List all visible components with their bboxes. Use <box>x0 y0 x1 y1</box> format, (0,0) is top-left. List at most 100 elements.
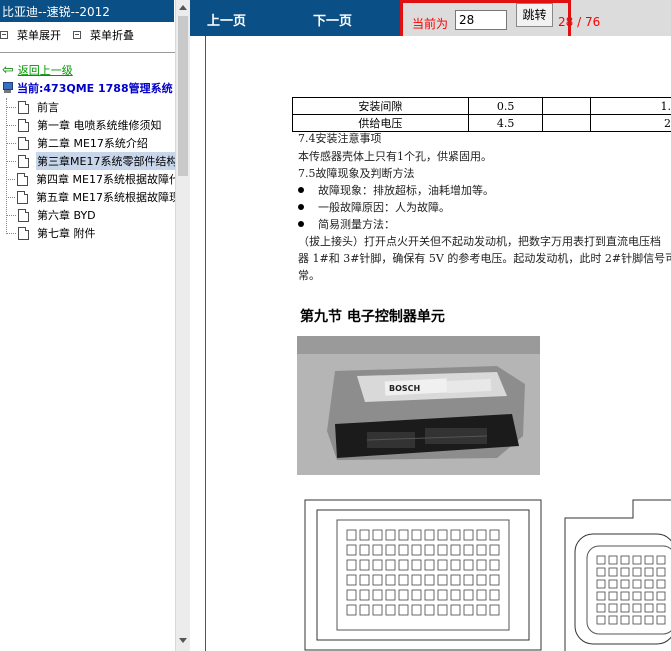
tree-connector <box>6 178 16 180</box>
connector-pin <box>463 589 474 601</box>
connector-pin <box>346 529 357 541</box>
connector-pin <box>489 589 500 601</box>
prev-page-button[interactable]: 上一页 <box>207 10 246 29</box>
connector-pin <box>411 574 422 586</box>
tree-item[interactable]: 第一章 电喷系统维修须知 <box>6 116 181 134</box>
menu-collapse-button[interactable]: 菜单折叠 <box>73 27 134 43</box>
connector-pin <box>411 529 422 541</box>
table-cell: 4.5 <box>467 114 544 132</box>
connector-pin <box>656 603 666 613</box>
connector-pin <box>346 604 357 616</box>
table-cell <box>542 97 592 115</box>
tree-connector <box>6 106 16 108</box>
tree-item-label: 前言 <box>37 101 59 114</box>
page-toolbar: 上一页 下一页 当前为 跳转 28 / 76 <box>190 0 671 51</box>
table-row: 供给电压 4.5 2 <box>292 114 671 132</box>
tree-connector <box>6 196 16 198</box>
table-cell: 1. <box>590 97 671 115</box>
paragraph: 器 1#和 3#针脚，确保有 5V 的参考电压。起动发动机，此时 2#针脚信号可 <box>298 252 671 265</box>
menu-expand-button[interactable]: 菜单展开 <box>0 27 61 43</box>
back-link[interactable]: ⇦ 返回上一级 <box>2 62 73 78</box>
connector-pin <box>608 555 618 565</box>
connector-pin <box>411 604 422 616</box>
connector-pin <box>596 615 606 625</box>
paragraph: （拔上接头）打开点火开关但不起动发动机，把数字万用表打到直流电压档 <box>298 235 661 248</box>
connector-pinout-diagram <box>304 499 671 651</box>
left-scrollbar[interactable] <box>175 0 190 651</box>
connector-pin <box>346 544 357 556</box>
connector-pin <box>424 574 435 586</box>
back-arrow-icon: ⇦ <box>2 62 14 78</box>
menu-expand-label: 菜单展开 <box>17 29 61 42</box>
heading-7-4: 7.4安装注意事项 <box>298 132 382 145</box>
connector-pin <box>644 567 654 577</box>
connector-pin <box>437 529 448 541</box>
document-page: 安装间隙 0.5 1. 供给电压 4.5 2 7.4安装注意事项 本传感器壳体上… <box>205 36 671 651</box>
tree-item-label: 第四章 ME17系统根据故障代 <box>36 173 180 186</box>
connector-pin <box>632 603 642 613</box>
connector-pin <box>476 604 487 616</box>
connector-pin <box>620 567 630 577</box>
connector-pin <box>656 615 666 625</box>
connector-pin <box>359 559 370 571</box>
connector-pin <box>632 615 642 625</box>
connector-pin <box>372 544 383 556</box>
connector-pin <box>359 589 370 601</box>
tree-item[interactable]: 第二章 ME17系统介绍 <box>6 134 181 152</box>
connector-pin <box>437 589 448 601</box>
connector-pin <box>620 603 630 613</box>
back-link-label[interactable]: 返回上一级 <box>18 62 73 78</box>
document-frame: 上一页 下一页 当前为 跳转 28 / 76 安装间隙 0.5 1. 供给电压 … <box>190 0 671 651</box>
connector-pin <box>385 574 396 586</box>
scroll-down-icon[interactable] <box>179 638 187 643</box>
scroll-thumb[interactable] <box>178 16 188 176</box>
connector-pin <box>656 579 666 589</box>
bullet-item: 简易测量方法： <box>298 216 395 232</box>
connector-pin <box>411 559 422 571</box>
divider <box>0 52 175 53</box>
tree-item[interactable]: 第七章 附件 <box>6 224 181 242</box>
connector-pin <box>596 603 606 613</box>
connector-pin <box>346 559 357 571</box>
tree-connector <box>6 142 16 144</box>
menu-collapse-label: 菜单折叠 <box>90 29 134 42</box>
current-node[interactable]: 当前:473QME 1788管理系统 <box>2 80 173 96</box>
tree-item[interactable]: 前言 <box>6 98 181 116</box>
connector-pin <box>450 559 461 571</box>
connector-pin <box>450 529 461 541</box>
table-cell: 0.5 <box>467 97 544 115</box>
next-page-button[interactable]: 下一页 <box>313 10 352 29</box>
tree-item[interactable]: 第五章 ME17系统根据故障现 <box>6 188 181 206</box>
connector-pin <box>437 544 448 556</box>
connector-pin <box>450 544 461 556</box>
expand-icon <box>0 31 8 39</box>
connector-pin <box>632 567 642 577</box>
document-icon <box>17 172 29 186</box>
connector-pin <box>372 589 383 601</box>
connector-pin <box>596 555 606 565</box>
tree-item[interactable]: 第六章 BYD <box>6 206 181 224</box>
connector-pin <box>644 591 654 601</box>
table-cell: 安装间隙 <box>292 97 469 115</box>
connector-pin <box>346 589 357 601</box>
connector-pin <box>398 529 409 541</box>
table-cell: 供给电压 <box>292 114 469 132</box>
document-icon <box>18 118 29 132</box>
bullet-item: 故障现象：排放超标，油耗增加等。 <box>298 182 494 198</box>
tree-item[interactable]: 第三章ME17系统零部件结构 <box>6 152 181 170</box>
left-menu-frame: 比亚迪--速锐--2012 菜单展开 菜单折叠 ⇦ 返回上一级 当前:473QM… <box>0 0 190 651</box>
connector-pin <box>359 529 370 541</box>
connector-pin <box>372 604 383 616</box>
table-cell <box>542 114 592 132</box>
connector-pin <box>398 559 409 571</box>
paragraph: 常。 <box>298 269 320 282</box>
scroll-up-icon[interactable] <box>179 5 187 10</box>
connector-pin <box>411 544 422 556</box>
connector-pin <box>437 604 448 616</box>
menu-titlebar: 比亚迪--速锐--2012 <box>0 0 174 22</box>
menu-controls: 菜单展开 菜单折叠 <box>0 27 175 43</box>
connector-pin <box>411 589 422 601</box>
connector-pin <box>620 579 630 589</box>
tree-item[interactable]: 第四章 ME17系统根据故障代 <box>6 170 181 188</box>
connector-pin <box>372 574 383 586</box>
